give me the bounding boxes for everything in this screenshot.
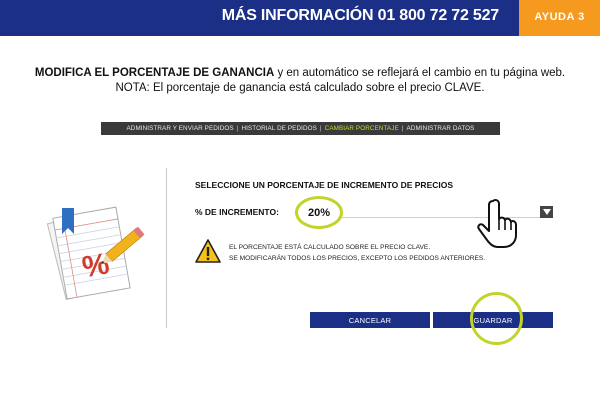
nav-item-administrar-pedidos[interactable]: ADMINISTRAR Y ENVIAR PEDIDOS (127, 125, 234, 132)
nav-separator: | (401, 125, 404, 132)
increment-label: % DE INCREMENTO: (195, 207, 279, 217)
top-header: MÁS INFORMACIÓN 01 800 72 72 527 AYUDA 3 (0, 0, 600, 36)
nav-separator: | (236, 125, 239, 132)
dropdown-toggle-button[interactable] (540, 206, 553, 218)
warning-triangle-icon (195, 239, 221, 263)
caret-down-icon (542, 209, 551, 215)
warning-line-2: SE MODIFICARÁN TODOS LOS PRECIOS, EXCEPT… (229, 255, 486, 262)
nav-item-historial[interactable]: HISTORIAL DE PEDIDOS (241, 125, 316, 132)
warning-text: EL PORCENTAJE ESTÁ CALCULADO SOBRE EL PR… (229, 242, 485, 264)
section-title: SELECCIONE UN PORCENTAJE DE INCREMENTO D… (195, 180, 454, 190)
nav-item-cambiar-porcentaje[interactable]: CAMBIAR PORCENTAJE (325, 125, 399, 132)
intro-line: MODIFICA EL PORCENTAJE DE GANANCIA y en … (0, 66, 600, 81)
intro-rest: y en automático se reflejará el cambio e… (274, 67, 566, 79)
percent-notepad-pencil-icon: % (46, 206, 145, 301)
help-tab[interactable]: AYUDA 3 (519, 0, 600, 36)
info-banner: MÁS INFORMACIÓN 01 800 72 72 527 (0, 0, 519, 36)
hand-pointer-icon (477, 199, 517, 248)
intro-bold: MODIFICA EL PORCENTAJE DE GANANCIA (34, 67, 275, 79)
vertical-divider (166, 168, 167, 328)
increment-select[interactable]: 20% (295, 196, 343, 229)
save-highlight-ring (470, 292, 523, 345)
help-tab-label: AYUDA 3 (534, 11, 585, 23)
contact-info-text: MÁS INFORMACIÓN 01 800 72 72 527 (221, 7, 499, 24)
section-nav: ADMINISTRAR Y ENVIAR PEDIDOS | HISTORIAL… (101, 122, 500, 135)
nav-item-administrar-datos[interactable]: ADMINISTRAR DATOS (407, 125, 475, 132)
cancel-button[interactable]: CANCELAR (310, 312, 430, 328)
warning-line-1: EL PORCENTAJE ESTÁ CALCULADO SOBRE EL PR… (229, 244, 431, 251)
nav-separator: | (319, 125, 322, 132)
intro-text: MODIFICA EL PORCENTAJE DE GANANCIA y en … (0, 66, 600, 96)
intro-note: NOTA: El porcentaje de ganancia está cal… (115, 82, 485, 94)
